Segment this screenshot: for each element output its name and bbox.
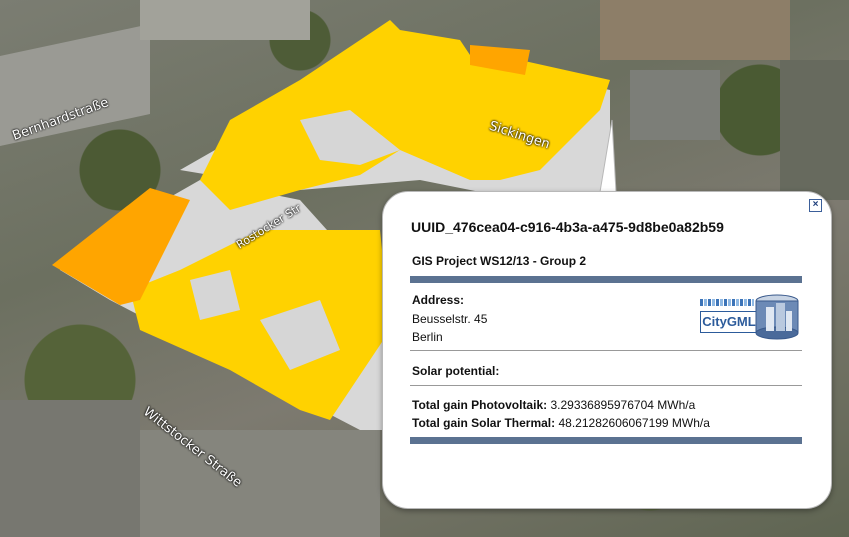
address-city: Berlin xyxy=(412,330,443,344)
st-value: 48.21282606067199 MWh/a xyxy=(558,416,710,430)
balloon-title: UUID_476cea04-c916-4b3a-a475-9d8be0a82b5… xyxy=(411,219,724,235)
section-divider-bar xyxy=(410,437,802,444)
pv-label: Total gain Photovoltaik: xyxy=(412,398,548,412)
section-divider-bar xyxy=(410,276,802,283)
citygml-logo: CityGML xyxy=(700,293,804,343)
divider xyxy=(410,385,802,386)
close-icon[interactable]: × xyxy=(809,199,822,212)
pv-value: 3.29336895976704 MWh/a xyxy=(550,398,696,412)
photovoltaik-gain: Total gain Photovoltaik: 3.2933689597670… xyxy=(412,398,695,412)
project-name: GIS Project WS12/13 - Group 2 xyxy=(412,254,587,268)
address-street: Beusselstr. 45 xyxy=(412,312,488,326)
st-label: Total gain Solar Thermal: xyxy=(412,416,556,430)
solar-potential-heading: Solar potential: xyxy=(412,364,500,378)
solar-thermal-gain: Total gain Solar Thermal: 48.21282606067… xyxy=(412,416,710,430)
divider xyxy=(410,350,802,351)
address-heading: Address: xyxy=(412,293,465,307)
